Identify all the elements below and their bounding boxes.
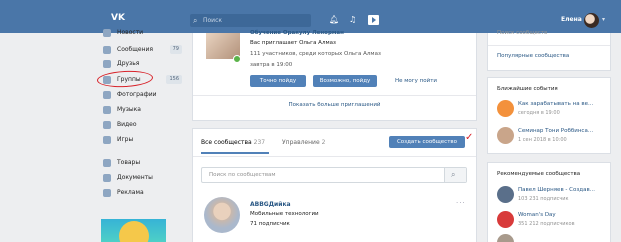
- search-icon: ⌕: [193, 16, 198, 25]
- header-search-placeholder: Поиск: [203, 17, 223, 24]
- sidebar-item-news[interactable]: Новости: [100, 27, 185, 39]
- header-search[interactable]: ⌕ Поиск: [190, 14, 311, 27]
- divider: [193, 95, 476, 96]
- music-icon[interactable]: ♫: [349, 14, 356, 25]
- sidebar-item-label: Новости: [117, 29, 144, 36]
- sidebar-item-label: Друзья: [117, 60, 140, 67]
- community-avatar[interactable]: [497, 186, 514, 203]
- going-button[interactable]: Точно пойду: [250, 75, 306, 87]
- photos-icon: [103, 91, 111, 99]
- sidebar-item-video[interactable]: Видео: [100, 119, 185, 131]
- event-time: завтра в 19:00: [250, 62, 293, 68]
- sidebar-item-label: Товары: [117, 159, 141, 166]
- sidebar-item-games[interactable]: Игры: [100, 134, 185, 146]
- group-avatar[interactable]: [204, 197, 240, 233]
- play-icon[interactable]: [368, 15, 379, 25]
- sidebar-item-label: Реклама: [117, 189, 144, 196]
- sidebar-item-label: Фотографии: [117, 91, 157, 98]
- sidebar-promo-image[interactable]: [101, 219, 166, 242]
- community-name[interactable]: Павел Шерняев - Создав...: [518, 187, 595, 194]
- sidebar-item-label: Музыка: [117, 106, 141, 113]
- tab-count: 237: [253, 139, 266, 146]
- online-badge-icon: [233, 55, 241, 63]
- active-tab-indicator: [201, 152, 269, 154]
- goods-icon: [103, 159, 111, 167]
- search-communities-link[interactable]: Поиск сообществ: [497, 30, 547, 37]
- events-title: Ближайшие события: [497, 86, 558, 92]
- tab-all-communities[interactable]: Все сообщества 237: [201, 139, 265, 147]
- sidebar-item-photos[interactable]: Фотографии: [100, 89, 185, 101]
- recommended-communities-card: Рекомендуемые сообщества Павел Шерняев -…: [487, 162, 611, 242]
- red-check-annotation: ✓: [465, 132, 474, 143]
- sidebar-item-friends[interactable]: Друзья: [100, 58, 185, 70]
- bell-icon[interactable]: 🔔︎: [329, 14, 339, 25]
- event-invited-by: Вас приглашает Ольга Алмаз: [250, 40, 336, 46]
- sidebar-item-music[interactable]: Музыка: [100, 104, 185, 116]
- sidebar-item-count: 156: [166, 75, 182, 84]
- sidebar-item-label: Видео: [117, 121, 137, 128]
- avatar[interactable]: [584, 13, 599, 28]
- more-options-icon[interactable]: ···: [456, 200, 466, 207]
- friends-icon: [103, 60, 111, 68]
- community-subscribers: 103 231 подписчик: [518, 196, 569, 202]
- recommended-title: Рекомендуемые сообщества: [497, 171, 581, 177]
- tab-manage[interactable]: Управление 2: [282, 139, 325, 147]
- sidebar-item-label: Сообщения: [117, 46, 154, 53]
- search-icon: ⌕: [451, 170, 456, 179]
- documents-icon: [103, 174, 111, 182]
- group-name[interactable]: ABBGДийка: [250, 201, 291, 209]
- music-icon: [103, 106, 111, 114]
- top-bar: VK ⌕ Поиск 🔔︎ ♫ Елена ▾: [0, 0, 621, 33]
- community-subscribers: 351 212 подписчиков: [518, 221, 575, 227]
- messages-icon: [103, 46, 111, 54]
- maybe-button[interactable]: Возможно, пойду: [313, 75, 377, 87]
- community-search-button[interactable]: ⌕: [444, 168, 466, 182]
- sidebar-item-goods[interactable]: Товары: [100, 157, 185, 169]
- group-category: Мобильные технологии: [250, 211, 319, 217]
- sidebar-item-count: 79: [169, 45, 182, 54]
- sidebar-item-label: Документы: [117, 174, 153, 181]
- chevron-down-icon[interactable]: ▾: [602, 16, 605, 23]
- tab-label: Все сообщества: [201, 139, 252, 146]
- group-subscribers: 71 подписчик: [250, 221, 290, 227]
- upcoming-events-card: Ближайшие события Как зарабатывать на ве…: [487, 77, 611, 154]
- divider: [193, 156, 476, 157]
- popular-communities-link[interactable]: Популярные сообщества: [497, 53, 569, 60]
- event-icon[interactable]: [497, 100, 514, 117]
- event-title[interactable]: Обучение Оракулу Ленорман: [250, 30, 344, 37]
- event-date: сегодня в 19:00: [518, 110, 560, 116]
- not-going-button[interactable]: Не могу пойти: [385, 75, 447, 87]
- event-name[interactable]: Семинар Тони Роббинса...: [518, 128, 593, 135]
- sidebar-item-ads[interactable]: Реклама: [100, 187, 185, 199]
- communities-card: Все сообщества 237 Управление 2 Создать …: [192, 128, 477, 242]
- tab-label: Управление: [282, 139, 320, 146]
- event-members: 111 участников, среди которых Ольга Алма…: [250, 51, 381, 57]
- games-icon: [103, 136, 111, 144]
- sidebar-item-label: Игры: [117, 136, 134, 143]
- communities-links-card: Поиск сообществ Популярные сообщества: [487, 30, 611, 71]
- sidebar-item-messages[interactable]: Сообщения 79: [100, 44, 185, 56]
- tab-count: 2: [321, 139, 326, 146]
- event-name[interactable]: Как зарабатывать на ве...: [518, 101, 593, 108]
- event-icon[interactable]: [497, 127, 514, 144]
- create-community-button[interactable]: Создать сообщество: [389, 136, 465, 148]
- video-icon: [103, 121, 111, 129]
- sidebar-item-documents[interactable]: Документы: [100, 172, 185, 184]
- event-invitation-card: Обучение Оракулу Ленорман Вас приглашает…: [192, 30, 477, 121]
- event-date: 1 сен 2018 в 10:00: [518, 137, 567, 143]
- community-avatar[interactable]: [497, 234, 514, 242]
- community-avatar[interactable]: [497, 211, 514, 228]
- community-name[interactable]: Woman's Day: [518, 212, 556, 219]
- news-icon: [103, 29, 111, 37]
- community-search-placeholder: Поиск по сообществам: [209, 172, 276, 178]
- divider: [488, 45, 610, 46]
- user-name[interactable]: Елена: [561, 16, 582, 23]
- ads-icon: [103, 189, 111, 197]
- community-search-input[interactable]: Поиск по сообществам ⌕: [201, 167, 467, 183]
- show-more-invitations-link[interactable]: Показать больше приглашений: [193, 102, 476, 109]
- vk-logo[interactable]: VK: [111, 13, 127, 23]
